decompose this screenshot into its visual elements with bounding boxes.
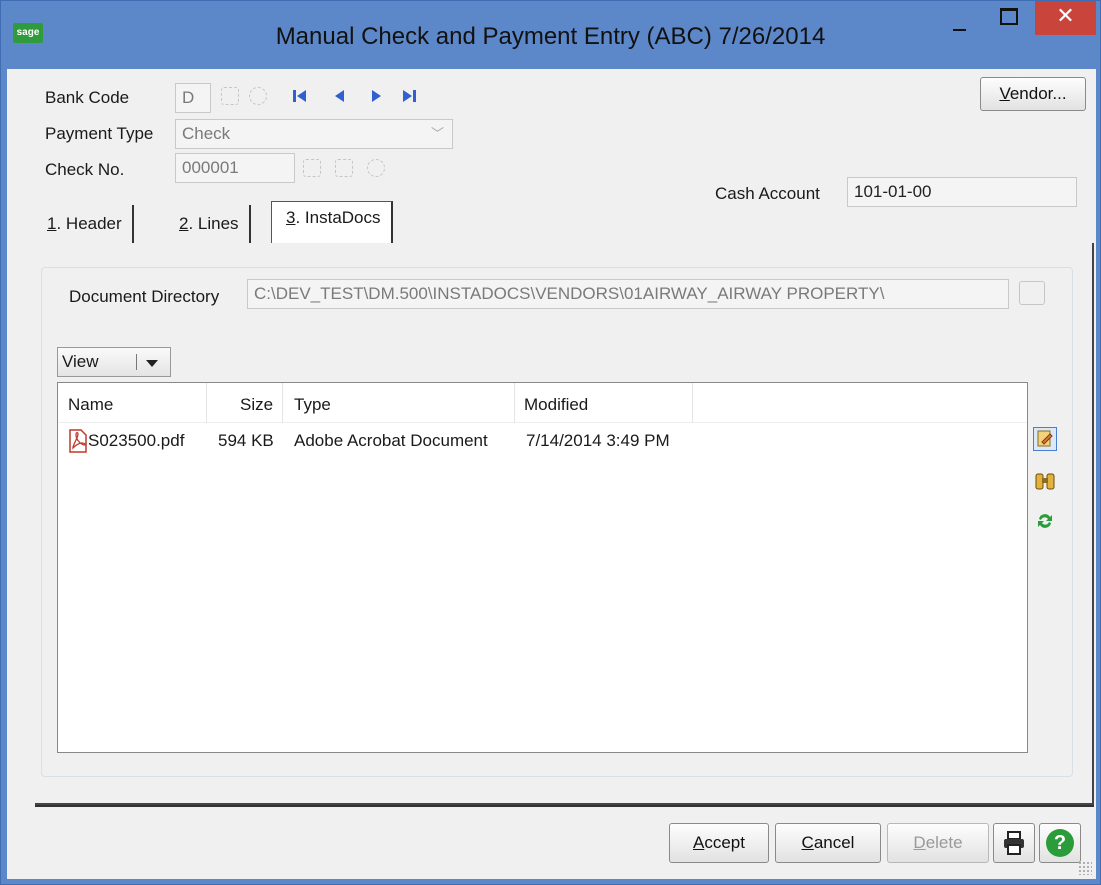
column-header-modified[interactable]: Modified xyxy=(524,395,588,415)
open-document-icon[interactable] xyxy=(1033,427,1057,451)
print-button[interactable] xyxy=(993,823,1035,863)
resize-grip[interactable] xyxy=(1078,861,1092,875)
refresh-icon[interactable] xyxy=(1033,509,1057,533)
title-bar[interactable]: sage Manual Check and Payment Entry (ABC… xyxy=(1,1,1100,69)
pdf-file-icon xyxy=(68,429,88,453)
file-name: S023500.pdf xyxy=(88,431,185,450)
close-icon: ✕ xyxy=(1056,3,1075,28)
browse-folder-icon[interactable] xyxy=(1019,281,1045,305)
file-size: 594 KB xyxy=(218,431,274,450)
cash-account-label: Cash Account xyxy=(715,184,820,203)
vendor-button[interactable]: Vendor... xyxy=(980,77,1086,111)
list-header: Name Size Type Modified xyxy=(58,383,1027,423)
lookup-icon[interactable] xyxy=(303,159,321,177)
cash-account-field[interactable]: 101-01-00 xyxy=(847,177,1077,207)
bank-code-field[interactable]: D xyxy=(175,83,211,113)
bank-code-label: Bank Code xyxy=(45,88,130,107)
chevron-down-icon: ﹀ xyxy=(430,126,444,141)
tab-header[interactable]: 1. Header xyxy=(33,205,134,243)
list-item[interactable]: S023500.pdf 594 KB Adobe Acrobat Documen… xyxy=(58,427,1027,457)
next-record-icon[interactable] xyxy=(367,87,385,105)
column-separator[interactable] xyxy=(514,383,515,423)
close-button[interactable]: ✕ xyxy=(1035,1,1096,35)
lookup-icon[interactable] xyxy=(221,87,239,105)
column-separator[interactable] xyxy=(282,383,283,423)
column-header-type[interactable]: Type xyxy=(294,395,331,415)
check-no-label: Check No. xyxy=(45,160,125,179)
chevron-down-icon xyxy=(146,360,158,367)
accept-button[interactable]: Accept xyxy=(669,823,769,863)
view-separator xyxy=(136,354,137,370)
maximize-button[interactable] xyxy=(985,1,1031,35)
document-list[interactable]: Name Size Type Modified S023500.pdf 594 … xyxy=(57,382,1028,753)
minimize-button[interactable] xyxy=(936,1,982,35)
first-record-icon[interactable] xyxy=(291,87,309,105)
check-no-field[interactable]: 000001 xyxy=(175,153,295,183)
help-icon: ? xyxy=(1046,829,1074,857)
delete-button[interactable]: Delete xyxy=(887,823,989,863)
file-type: Adobe Acrobat Document xyxy=(294,431,488,450)
document-directory-label: Document Directory xyxy=(69,287,220,306)
view-dropdown-button[interactable]: View xyxy=(57,347,171,377)
last-record-icon[interactable] xyxy=(400,87,418,105)
column-separator[interactable] xyxy=(206,383,207,423)
column-separator[interactable] xyxy=(692,383,693,423)
printer-icon xyxy=(1002,830,1026,861)
form-client-area: Bank Code D Vendor... Payment Type Check… xyxy=(7,69,1096,879)
tab-instadocs[interactable]: 3. InstaDocs xyxy=(271,201,393,243)
application-window: sage Manual Check and Payment Entry (ABC… xyxy=(0,0,1101,885)
help-button[interactable]: ? xyxy=(1039,823,1081,863)
document-directory-field[interactable]: C:\DEV_TEST\DM.500\INSTADOCS\VENDORS\01A… xyxy=(247,279,1009,309)
settings-icon[interactable] xyxy=(249,87,267,105)
file-modified: 7/14/2014 3:49 PM xyxy=(526,431,670,450)
payment-type-select[interactable]: Check ﹀ xyxy=(175,119,453,149)
cancel-button[interactable]: Cancel xyxy=(775,823,881,863)
binoculars-icon[interactable] xyxy=(1033,469,1057,493)
previous-record-icon[interactable] xyxy=(331,87,349,105)
new-document-icon[interactable] xyxy=(335,159,353,177)
divider xyxy=(35,805,1094,807)
payment-type-label: Payment Type xyxy=(45,124,154,143)
undo-icon[interactable] xyxy=(367,159,385,177)
tab-lines[interactable]: 2. Lines xyxy=(165,205,251,243)
column-header-name[interactable]: Name xyxy=(68,395,113,415)
column-header-size[interactable]: Size xyxy=(240,395,273,415)
